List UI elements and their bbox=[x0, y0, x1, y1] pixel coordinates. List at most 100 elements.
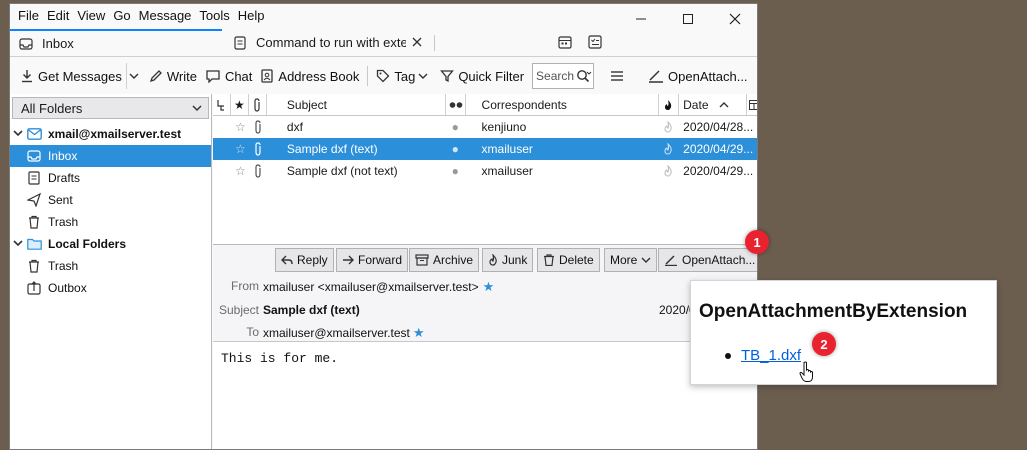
folder-sent[interactable]: Sent bbox=[10, 189, 211, 211]
from-value[interactable]: xmailuser <xmailuser@xmailserver.test> ★ bbox=[263, 279, 494, 295]
folder-label: Outbox bbox=[48, 281, 87, 295]
subject-column-header[interactable]: Subject bbox=[267, 94, 446, 115]
attachment-list-item: TB_1.dxf bbox=[725, 347, 801, 364]
read-dot-icon[interactable]: ● bbox=[446, 160, 466, 182]
delete-button[interactable]: Delete bbox=[537, 248, 600, 272]
star-icon[interactable]: ☆ bbox=[231, 138, 249, 160]
forward-icon bbox=[343, 255, 354, 265]
junk-status-icon[interactable] bbox=[659, 116, 679, 138]
folder-label: Trash bbox=[48, 259, 79, 273]
read-dot-icon[interactable]: ● bbox=[446, 138, 466, 160]
folder-inbox[interactable]: Inbox bbox=[10, 145, 211, 167]
close-window-button[interactable] bbox=[724, 10, 746, 28]
chevron-down-icon bbox=[129, 73, 139, 79]
tab-label: Inbox bbox=[42, 36, 74, 51]
quick-filter-button[interactable]: Quick Filter bbox=[436, 63, 528, 89]
sent-icon bbox=[26, 192, 42, 208]
menu-go[interactable]: Go bbox=[109, 8, 134, 23]
menu-tools[interactable]: Tools bbox=[195, 8, 233, 23]
date-column-header[interactable]: Date bbox=[679, 94, 747, 115]
hamburger-icon bbox=[611, 71, 624, 81]
reply-button[interactable]: Reply bbox=[275, 248, 334, 272]
more-label: More bbox=[610, 253, 638, 267]
folder-drafts[interactable]: Drafts bbox=[10, 167, 211, 189]
tasks-icon[interactable] bbox=[588, 35, 602, 52]
archive-button[interactable]: Archive bbox=[409, 248, 480, 272]
message-row[interactable]: ☆ dxf ● kenjiuno 2020/04/28... bbox=[213, 116, 757, 138]
outbox-icon bbox=[26, 280, 42, 296]
chevron-down-icon[interactable] bbox=[10, 128, 26, 141]
junk-status-icon[interactable] bbox=[659, 138, 679, 160]
correspondents-column-header[interactable]: Correspondents bbox=[466, 94, 660, 115]
get-messages-dropdown[interactable] bbox=[125, 63, 145, 89]
tab-command[interactable]: Command to run with exten bbox=[224, 29, 434, 56]
chat-label: Chat bbox=[224, 68, 253, 84]
read-column-header[interactable] bbox=[446, 94, 466, 115]
chevron-down-icon[interactable] bbox=[10, 238, 26, 251]
message-subject: dxf bbox=[286, 120, 303, 134]
forward-button[interactable]: Forward bbox=[336, 248, 409, 272]
tag-label: Tag bbox=[394, 68, 416, 84]
message-header: Reply Forward Archive Junk Delete More O… bbox=[213, 245, 757, 342]
folder-outbox[interactable]: Outbox bbox=[10, 277, 211, 299]
message-row-selected[interactable]: ☆ Sample dxf (text) ● xmailuser 2020/04/… bbox=[213, 138, 757, 160]
chevron-down-icon bbox=[418, 73, 428, 79]
forward-label: Forward bbox=[358, 253, 403, 267]
app-menu-button[interactable] bbox=[606, 63, 632, 89]
minimize-icon bbox=[636, 18, 646, 20]
folder-account-xmail[interactable]: xmail@xmailserver.test bbox=[10, 123, 211, 145]
chat-button[interactable]: Chat bbox=[201, 63, 256, 89]
thread-header: ★ Subject Correspondents Date bbox=[213, 94, 757, 116]
menu-message[interactable]: Message bbox=[135, 8, 196, 23]
message-row[interactable]: ☆ Sample dxf (not text) ● xmailuser 2020… bbox=[213, 160, 757, 182]
column-picker[interactable] bbox=[747, 94, 757, 115]
attachment-column-header[interactable] bbox=[249, 94, 267, 115]
open-attach-toolbar-button[interactable]: OpenAttach... bbox=[644, 63, 752, 89]
star-icon[interactable]: ☆ bbox=[231, 160, 249, 182]
paperclip-icon bbox=[249, 116, 267, 138]
menu-file[interactable]: File bbox=[14, 8, 43, 23]
write-label: Write bbox=[166, 68, 197, 84]
search-input[interactable]: Search bbox=[532, 63, 595, 89]
junk-column-header[interactable] bbox=[659, 94, 680, 115]
menu-edit[interactable]: Edit bbox=[43, 8, 73, 23]
menu-help[interactable]: Help bbox=[234, 8, 269, 23]
star-icon[interactable]: ★ bbox=[413, 325, 425, 341]
thread-column-header[interactable] bbox=[213, 94, 231, 115]
maximize-button[interactable] bbox=[677, 10, 699, 28]
search-placeholder: Search bbox=[536, 69, 575, 83]
more-button[interactable]: More bbox=[604, 248, 658, 272]
close-tab-icon[interactable] bbox=[412, 35, 422, 50]
folder-local-trash[interactable]: Trash bbox=[10, 255, 211, 277]
maximize-icon bbox=[683, 14, 693, 24]
message-correspondent: xmailuser bbox=[481, 164, 533, 178]
folder-account-local[interactable]: Local Folders bbox=[10, 233, 211, 255]
correspondents-header-label: Correspondents bbox=[481, 97, 567, 112]
write-button[interactable]: Write bbox=[145, 63, 201, 89]
star-icon[interactable]: ☆ bbox=[231, 116, 249, 138]
open-attach-message-button[interactable]: OpenAttach... bbox=[658, 248, 757, 272]
attachment-link[interactable]: TB_1.dxf bbox=[741, 347, 801, 364]
tab-inbox[interactable]: Inbox bbox=[10, 29, 222, 56]
open-external-icon bbox=[665, 255, 677, 266]
minimize-button[interactable] bbox=[630, 10, 652, 28]
read-dot-icon[interactable]: ● bbox=[446, 116, 466, 138]
junk-status-icon[interactable] bbox=[659, 160, 679, 182]
menu-view[interactable]: View bbox=[73, 8, 109, 23]
junk-button[interactable]: Junk bbox=[482, 248, 534, 272]
from-label: From bbox=[231, 279, 259, 293]
folder-mode-select[interactable]: All Folders bbox=[12, 97, 209, 119]
calendar-icon[interactable] bbox=[558, 35, 572, 52]
to-value[interactable]: xmailuser@xmailserver.test ★ bbox=[263, 325, 425, 341]
star-icon[interactable]: ★ bbox=[483, 279, 495, 295]
address-book-button[interactable]: Address Book bbox=[256, 63, 363, 89]
toolbar-separator bbox=[367, 66, 369, 86]
tag-button[interactable]: Tag bbox=[372, 63, 436, 89]
thunderbird-window: File Edit View Go Message Tools Help Inb… bbox=[9, 3, 758, 450]
bullet-icon bbox=[725, 352, 731, 359]
star-column-header[interactable]: ★ bbox=[231, 94, 249, 115]
folder-trash[interactable]: Trash bbox=[10, 211, 211, 233]
get-messages-button[interactable]: Get Messages bbox=[16, 63, 126, 89]
chat-icon bbox=[206, 70, 220, 83]
flame-icon bbox=[665, 99, 672, 110]
